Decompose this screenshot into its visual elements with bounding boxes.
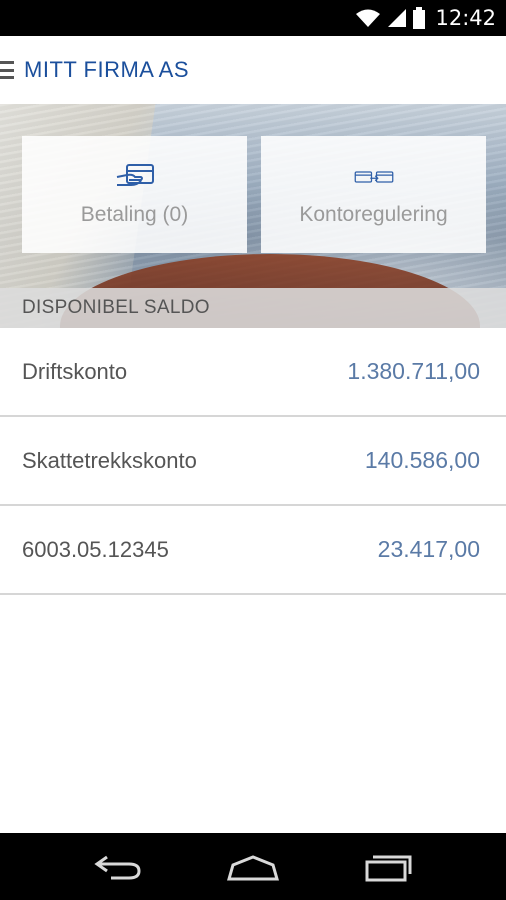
account-row[interactable]: Skattetrekkskonto 140.586,00 <box>0 417 506 506</box>
recent-apps-button[interactable] <box>358 847 418 887</box>
account-amount: 140.586,00 <box>364 447 480 473</box>
menu-icon[interactable] <box>0 61 14 79</box>
page-title: MITT FIRMA AS <box>24 57 190 82</box>
account-transfer-label: Kontoregulering <box>299 202 448 226</box>
app-bar: MITT FIRMA AS <box>0 36 506 104</box>
account-amount: 23.417,00 <box>377 536 480 562</box>
home-icon <box>226 854 279 880</box>
account-name: Skattetrekkskonto <box>22 447 197 473</box>
back-icon <box>94 855 141 879</box>
account-name: 6003.05.12345 <box>22 536 169 562</box>
transfer-cards-icon <box>354 170 393 183</box>
action-cards: Betaling (0) Kontoregulering <box>22 136 486 253</box>
navigation-bar <box>0 833 506 900</box>
battery-icon <box>413 7 426 29</box>
back-button[interactable] <box>88 847 148 887</box>
payment-label: Betaling (0) <box>80 202 189 226</box>
clock: 12:42 <box>435 6 496 30</box>
account-row[interactable]: 6003.05.12345 23.417,00 <box>0 506 506 595</box>
account-transfer-button[interactable]: Kontoregulering <box>261 136 486 253</box>
account-name: Driftskonto <box>22 358 128 384</box>
payment-hand-card-icon <box>116 163 154 186</box>
recent-apps-icon <box>365 855 412 881</box>
account-row[interactable]: Driftskonto 1.380.711,00 <box>0 328 506 417</box>
section-header: DISPONIBEL SALDO <box>0 288 506 328</box>
home-button[interactable] <box>223 847 283 887</box>
account-list: Driftskonto 1.380.711,00 Skattetrekkskon… <box>0 328 506 595</box>
account-amount: 1.380.711,00 <box>347 358 480 384</box>
status-bar: 12:42 <box>0 0 506 36</box>
payment-button[interactable]: Betaling (0) <box>22 136 247 253</box>
signal-icon <box>388 9 407 27</box>
wifi-icon <box>356 9 381 27</box>
